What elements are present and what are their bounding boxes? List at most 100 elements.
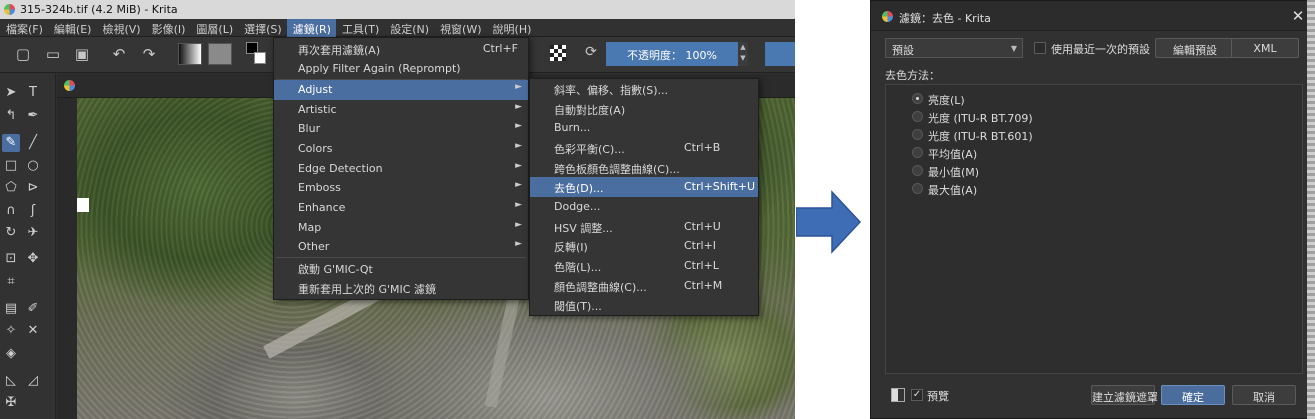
gradient-tool-icon[interactable]: ▤ bbox=[2, 300, 20, 318]
menu-item-reapply-reprompt[interactable]: Apply Filter Again (Reprompt) bbox=[274, 59, 528, 79]
menu-item-label: 自動對比度(A) bbox=[554, 104, 626, 117]
submenu-arrow-icon: ► bbox=[515, 180, 522, 190]
freehand-path-tool-icon[interactable]: ʃ bbox=[24, 202, 42, 220]
move-tool-icon[interactable]: ✥ bbox=[24, 250, 42, 268]
chevron-down-icon: ▼ bbox=[1010, 44, 1017, 53]
submenu-item-color-curves[interactable]: 顏色調整曲線(C)... Ctrl+M bbox=[530, 276, 758, 296]
menu-item-artistic[interactable]: Artistic ► bbox=[274, 100, 528, 120]
menu-select[interactable]: 選擇(S) bbox=[238, 19, 287, 37]
submenu-item-hsv-adjust[interactable]: HSV 調整... Ctrl+U bbox=[530, 217, 758, 237]
fg-bg-color-selector[interactable] bbox=[246, 42, 268, 66]
submenu-item-burn[interactable]: Burn... bbox=[530, 118, 758, 138]
submenu-item-auto-contrast[interactable]: 自動對比度(A) bbox=[530, 99, 758, 119]
menu-item-blur[interactable]: Blur ► bbox=[274, 119, 528, 139]
desaturate-dialog: 濾鏡：去色 - Krita ✕ 預設 ▼ 使用最近一次的預設 編輯預設 XML 去… bbox=[870, 0, 1315, 419]
menu-item-gmic-qt[interactable]: 啟動 G'MIC-Qt bbox=[274, 258, 528, 278]
open-file-icon[interactable]: ▭ bbox=[44, 45, 62, 63]
menu-item-enhance[interactable]: Enhance ► bbox=[274, 198, 528, 218]
menu-item-colors[interactable]: Colors ► bbox=[274, 139, 528, 159]
radio-icon bbox=[912, 183, 923, 194]
preview-checkbox[interactable]: ✓ bbox=[911, 389, 923, 401]
pattern-swatch[interactable] bbox=[208, 43, 232, 65]
menu-edit[interactable]: 編輯(E) bbox=[48, 19, 97, 37]
alpha-lock-icon[interactable] bbox=[550, 45, 566, 61]
ellipse-tool-icon[interactable]: ○ bbox=[24, 157, 42, 175]
ruler-assistant-tool-icon[interactable]: ◿ bbox=[24, 372, 42, 390]
edit-preset-button[interactable]: 編輯預設 bbox=[1155, 38, 1235, 58]
preset-select[interactable]: 預設 ▼ bbox=[885, 38, 1023, 58]
smart-patch-tool-icon[interactable]: ✧ bbox=[2, 322, 20, 340]
gradient-swatch[interactable] bbox=[178, 43, 202, 65]
edit-shapes-tool-icon[interactable]: ↰ bbox=[2, 107, 20, 125]
size-slider[interactable] bbox=[765, 42, 795, 66]
crop-tool-icon[interactable]: ⌗ bbox=[2, 273, 20, 291]
menu-tools[interactable]: 工具(T) bbox=[336, 19, 384, 37]
menu-item-emboss[interactable]: Emboss ► bbox=[274, 178, 528, 198]
dialog-title: 濾鏡：去色 - Krita bbox=[899, 12, 991, 25]
calligraphy-tool-icon[interactable]: ✒ bbox=[24, 107, 42, 125]
menu-view[interactable]: 檢視(V) bbox=[96, 19, 145, 37]
create-filter-mask-button[interactable]: 建立濾鏡遮罩 bbox=[1091, 385, 1158, 405]
undo-icon[interactable]: ↶ bbox=[110, 45, 128, 63]
submenu-item-dodge[interactable]: Dodge... bbox=[530, 197, 758, 217]
new-document-icon[interactable]: ▢ bbox=[14, 45, 32, 63]
dynamic-brush-tool-icon[interactable]: ↻ bbox=[2, 224, 20, 242]
submenu-item-color-balance[interactable]: 色彩平衡(C)... Ctrl+B bbox=[530, 138, 758, 158]
transform-tool-icon[interactable]: ⊡ bbox=[2, 250, 20, 268]
close-icon[interactable]: ✕ bbox=[1289, 7, 1307, 25]
polyline-tool-icon[interactable]: ⊳ bbox=[24, 179, 42, 197]
method-label: 去色方法： bbox=[885, 69, 940, 82]
xml-button[interactable]: XML bbox=[1231, 38, 1299, 58]
ok-button[interactable]: 確定 bbox=[1161, 385, 1225, 405]
menu-item-map[interactable]: Map ► bbox=[274, 218, 528, 238]
save-icon[interactable]: ▣ bbox=[73, 45, 91, 63]
preview-split-icon[interactable] bbox=[891, 388, 905, 402]
reference-tool-icon[interactable]: ✠ bbox=[2, 394, 20, 412]
radio-icon bbox=[912, 129, 923, 140]
menu-item-shortcut: Ctrl+I bbox=[684, 239, 717, 252]
menu-file[interactable]: 檔案(F) bbox=[0, 19, 48, 37]
menu-settings[interactable]: 設定(N) bbox=[384, 19, 434, 37]
menu-layer[interactable]: 圖層(L) bbox=[190, 19, 238, 37]
select-shapes-tool-icon[interactable]: ➤ bbox=[2, 84, 20, 102]
submenu-item-desaturate[interactable]: 去色(D)... Ctrl+Shift+U bbox=[530, 177, 758, 197]
menu-item-label: 色彩平衡(C)... bbox=[554, 143, 625, 156]
bezier-tool-icon[interactable]: ∩ bbox=[2, 202, 20, 220]
radio-label: 最小值(M) bbox=[928, 166, 980, 179]
color-picker-tool-icon[interactable]: ✐ bbox=[24, 300, 42, 318]
redo-icon[interactable]: ↷ bbox=[140, 45, 158, 63]
menu-item-label: 啟動 G'MIC-Qt bbox=[298, 263, 373, 276]
background-color-icon[interactable] bbox=[254, 52, 266, 64]
menu-item-adjust[interactable]: Adjust ► bbox=[274, 80, 528, 100]
menu-image[interactable]: 影像(I) bbox=[146, 19, 191, 37]
menu-item-edge-detection[interactable]: Edge Detection ► bbox=[274, 159, 528, 179]
menu-help[interactable]: 說明(H) bbox=[487, 19, 537, 37]
menu-item-other[interactable]: Other ► bbox=[274, 237, 528, 257]
rectangle-tool-icon[interactable]: □ bbox=[2, 157, 20, 175]
fill-tool-icon[interactable]: ◈ bbox=[2, 345, 20, 363]
use-last-preset-checkbox[interactable] bbox=[1034, 42, 1046, 54]
menu-item-reapply-gmic[interactable]: 重新套用上次的 G'MIC 濾鏡 bbox=[274, 278, 528, 298]
menu-item-reapply-filter[interactable]: 再次套用濾鏡(A) Ctrl+F bbox=[274, 39, 528, 59]
submenu-item-slope-offset-power[interactable]: 斜率、偏移、指數(S)... bbox=[530, 79, 758, 99]
submenu-item-invert[interactable]: 反轉(I) Ctrl+I bbox=[530, 236, 758, 256]
opacity-spin-icon[interactable]: ▲ ▼ bbox=[738, 42, 748, 66]
freehand-brush-tool-icon[interactable]: ✎ bbox=[2, 134, 20, 152]
submenu-arrow-icon: ► bbox=[515, 220, 522, 230]
assistant-tool-icon[interactable]: ✕ bbox=[24, 322, 42, 340]
polygon-tool-icon[interactable]: ⬠ bbox=[2, 179, 20, 197]
opacity-slider[interactable]: 不透明度： 100% bbox=[606, 42, 738, 66]
reload-preset-icon[interactable]: ⟳ bbox=[582, 44, 600, 62]
line-tool-icon[interactable]: ╱ bbox=[24, 134, 42, 152]
image-white-patch bbox=[77, 198, 89, 212]
multibrush-tool-icon[interactable]: ✈ bbox=[24, 224, 42, 242]
text-tool-icon[interactable]: T bbox=[24, 84, 42, 102]
menu-filter[interactable]: 濾鏡(R) bbox=[286, 19, 336, 37]
menu-window[interactable]: 視窗(W) bbox=[434, 19, 486, 37]
submenu-item-cross-channel-curves[interactable]: 跨色板顏色調整曲線(C)... bbox=[530, 158, 758, 178]
submenu-item-threshold[interactable]: 閾值(T)... bbox=[530, 295, 758, 315]
measure-tool-icon[interactable]: ◺ bbox=[2, 372, 20, 390]
submenu-item-levels[interactable]: 色階(L)... Ctrl+L bbox=[530, 256, 758, 276]
window-title-bar: 315-324b.tif (4.2 MiB) - Krita bbox=[0, 0, 795, 19]
cancel-button[interactable]: 取消 bbox=[1232, 385, 1296, 405]
